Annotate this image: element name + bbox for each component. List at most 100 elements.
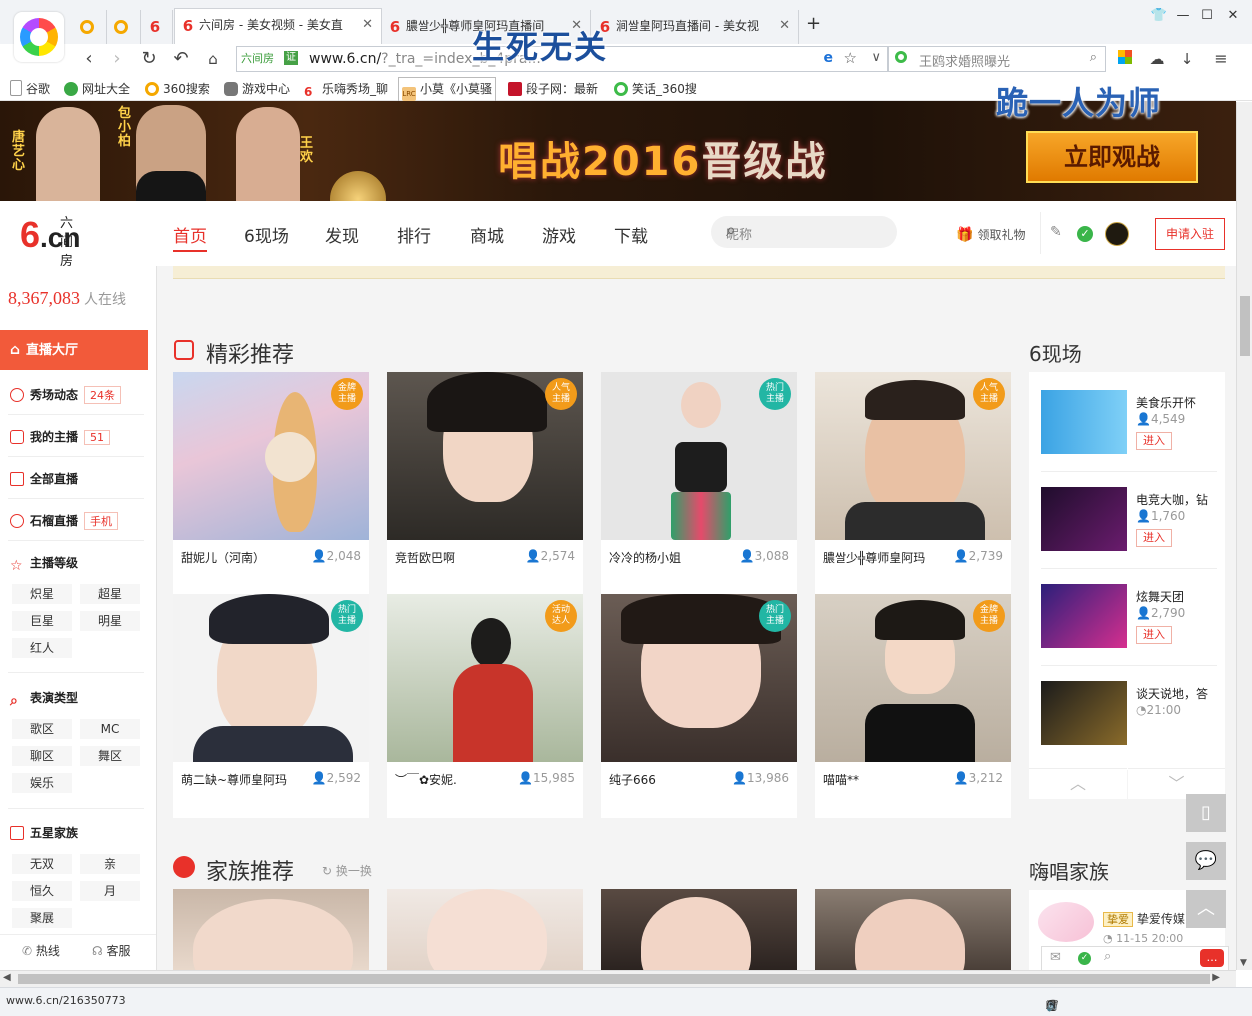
bookmark-item[interactable]: LRC 小莫《小莫骚 (398, 77, 497, 104)
chevron-down-icon[interactable]: ∨ (871, 50, 881, 65)
refresh-icon[interactable]: ↻ (138, 47, 160, 71)
scroll-right-arrow[interactable]: ▶ (1212, 972, 1220, 983)
nav-6live[interactable]: 6现场 (244, 222, 289, 247)
scrollbar-thumb[interactable] (1240, 296, 1250, 356)
enter-button[interactable]: 进入 (1136, 529, 1172, 547)
level-tag[interactable]: 红人 (12, 638, 72, 658)
level-tag[interactable]: 明星 (80, 611, 140, 631)
maximize-icon[interactable]: ☐ (1196, 6, 1218, 26)
back-icon[interactable]: ‹ (78, 47, 100, 71)
scrollbar-thumb[interactable] (18, 974, 1210, 984)
live6-item[interactable]: 美食乐开怀 👤4,549 进入 (1041, 390, 1217, 456)
vertical-scrollbar[interactable]: ▼ (1236, 266, 1252, 970)
cloud-icon[interactable]: ☁ (1146, 47, 1168, 71)
family-thumbnail[interactable] (601, 889, 797, 970)
live6-item[interactable]: 炫舞天团 👤2,790 进入 (1041, 584, 1217, 650)
check-icon[interactable]: ✓ (1078, 952, 1091, 965)
sidebar-item-my-hosts[interactable]: 我的主播 51 (10, 428, 111, 445)
chat-icon[interactable]: … (1200, 949, 1224, 967)
level-tag[interactable]: 炽星 (12, 584, 72, 604)
family-thumbnail[interactable] (815, 889, 1011, 970)
host-card[interactable]: 活动 达人 ︶￣✿安妮. 👤15,985 (387, 594, 583, 818)
chat-bar[interactable]: ✉ ✓ ⌕ … (1041, 946, 1229, 972)
search-icon[interactable]: ⌕ (1090, 50, 1097, 65)
live6-thumbnail[interactable] (1041, 390, 1127, 454)
nav-discover[interactable]: 发现 (325, 222, 359, 247)
back-to-top-icon[interactable]: ︿ (1186, 890, 1226, 928)
type-tag[interactable]: 歌区 (12, 719, 72, 739)
type-tag[interactable]: 舞区 (80, 746, 140, 766)
site-logo[interactable]: 6.cn 六间房 (20, 214, 81, 269)
bookmark-item[interactable]: 游戏中心 (224, 80, 290, 97)
enter-button[interactable]: 进入 (1136, 626, 1172, 644)
bookmark-item[interactable]: 6 乐嗨秀场_聊 (304, 80, 388, 99)
close-icon[interactable]: ✕ (362, 9, 373, 41)
sidebar-item-live-hall[interactable]: ⌂ 直播大厅 (0, 330, 148, 370)
family-tag[interactable]: 恒久 (12, 881, 72, 901)
site-search-input[interactable]: 昵称 ⌕ (711, 216, 897, 248)
star-icon[interactable]: ☆ (844, 49, 857, 67)
type-tag[interactable]: 娱乐 (12, 773, 72, 793)
family-tag[interactable]: 聚展 (12, 908, 72, 928)
avatar[interactable] (1105, 222, 1129, 246)
browser-logo-icon[interactable] (14, 12, 64, 62)
forward-icon[interactable]: › (106, 47, 128, 71)
apply-button[interactable]: 申请入驻 (1155, 218, 1225, 250)
haichang-item[interactable]: 挚爱 挚爱传媒 (1103, 910, 1185, 927)
mail-icon[interactable]: ✉ (1050, 950, 1061, 965)
ie-icon[interactable]: e (824, 50, 834, 66)
enter-button[interactable]: 进入 (1136, 432, 1172, 450)
close-icon[interactable]: ✕ (779, 10, 790, 42)
browser-tab-active[interactable]: 6 六间房 - 美女视频 - 美女直 ✕ (174, 8, 382, 45)
home-icon[interactable]: ⌂ (202, 47, 224, 71)
edit-icon[interactable]: ✎ (1050, 224, 1062, 240)
browser-search-input[interactable]: 王鸥求婚照曝光 ⌕ (888, 46, 1106, 72)
mobile-icon[interactable]: ▯ (1186, 794, 1226, 832)
family-logo[interactable] (1038, 902, 1094, 942)
sidebar-item-all-live[interactable]: 全部直播 (10, 470, 78, 487)
level-tag[interactable]: 巨星 (12, 611, 72, 631)
live6-item[interactable]: 谈天说地，答 ◔21:00 (1041, 681, 1217, 747)
host-card[interactable]: 人气 主播 竞哲欧巴啊 👤2,574 (387, 372, 583, 596)
zoom-icon[interactable]: ⌕ (1104, 949, 1111, 964)
bookmark-item[interactable]: 网址大全 (64, 80, 130, 97)
scroll-up-button[interactable]: ︿ (1029, 768, 1127, 799)
vertical-scrollbar-track[interactable] (1236, 102, 1252, 266)
watch-now-button[interactable]: 立即观战 (1026, 131, 1198, 183)
bookmark-item[interactable]: 段子网：最新 (508, 80, 598, 97)
browser-tab[interactable]: 6 涧쌀皇阿玛直播间 - 美女视 ✕ (592, 10, 799, 44)
family-thumbnail[interactable] (387, 889, 583, 970)
scroll-left-arrow[interactable]: ◀ (3, 972, 11, 983)
cert-icon[interactable]: 证 (284, 51, 298, 65)
family-tag[interactable]: 月 (80, 881, 140, 901)
family-tag[interactable]: 亲 (80, 854, 140, 874)
hotline-link[interactable]: ✆ 热线 (22, 942, 60, 959)
host-card[interactable]: 热门 主播 萌二缺~尊师皇阿玛 👤2,592 (173, 594, 369, 818)
new-tab-button[interactable]: + (806, 13, 821, 34)
bookmark-item[interactable]: 360搜索 (145, 80, 210, 97)
download-icon[interactable]: ↓ (1176, 47, 1198, 71)
service-link[interactable]: ☊ 客服 (92, 942, 131, 959)
live6-thumbnail[interactable] (1041, 487, 1127, 551)
live6-thumbnail[interactable] (1041, 681, 1127, 745)
bookmark-item[interactable]: 谷歌 (10, 80, 50, 97)
apps-icon[interactable] (1118, 50, 1132, 64)
sidebar-item-feed[interactable]: 秀场动态 24条 (10, 386, 122, 404)
menu-icon[interactable]: ≡ (1210, 47, 1232, 71)
nav-mall[interactable]: 商城 (470, 222, 504, 247)
nav-rank[interactable]: 排行 (397, 222, 431, 247)
nav-download[interactable]: 下载 (614, 222, 648, 247)
sidebar-item-shiliu[interactable]: 石榴直播 手机 (10, 512, 119, 530)
host-card[interactable]: 热门 主播 纯子666 👤13,986 (601, 594, 797, 818)
family-thumbnail[interactable] (173, 889, 369, 970)
bookmark-item[interactable]: 笑话_360搜 (614, 80, 697, 97)
browser-tab[interactable]: 6 (142, 10, 173, 44)
scroll-down-arrow[interactable]: ▼ (1240, 958, 1247, 968)
type-tag[interactable]: MC (80, 719, 140, 739)
shirt-icon[interactable]: 👕 (1148, 6, 1170, 26)
wechat-icon[interactable]: 💬 (1186, 842, 1226, 880)
horizontal-scrollbar[interactable]: ◀ ▶ (0, 970, 1236, 987)
family-tag[interactable]: 无双 (12, 854, 72, 874)
nav-games[interactable]: 游戏 (542, 222, 576, 247)
window-close-icon[interactable]: ✕ (1222, 6, 1244, 26)
